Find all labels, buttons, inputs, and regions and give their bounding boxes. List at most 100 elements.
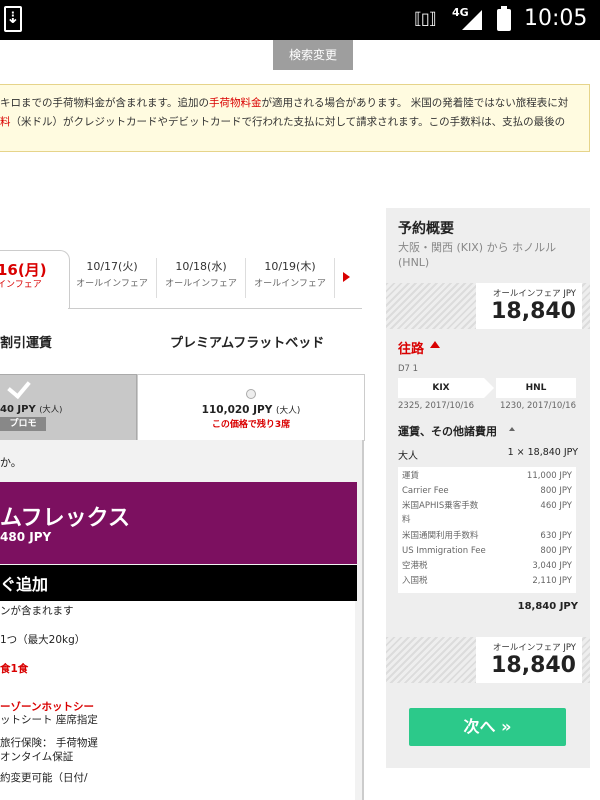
fee-value: 3,040 JPY: [532, 561, 572, 571]
add-now-button[interactable]: ぐ追加: [0, 565, 357, 601]
flex-title: ムフレックス: [0, 506, 131, 531]
fare-price-suffix: (大人): [39, 404, 63, 414]
fee-link[interactable]: 料: [0, 116, 11, 128]
benefit-item: 約変更可能（日付/: [0, 772, 88, 784]
summary-route: 大阪・関西 (KIX) から ホノルル (HNL): [398, 241, 557, 269]
clock: 10:05: [524, 6, 588, 31]
arrival-time: 1230, 2017/10/16: [499, 401, 576, 411]
benefit-item: ンが含まれます: [0, 605, 74, 617]
passenger-fare: 1 × 18,840 JPY: [507, 447, 578, 458]
segment-arrow-icon: [484, 378, 494, 398]
fee-row: 米国APHIS乗客手数 460 JPY: [402, 500, 572, 512]
benefit-item: オンタイム保証: [0, 751, 74, 763]
tab-fare-label: オールインフェア: [76, 279, 148, 289]
tab-fare-label: オールインフェア: [254, 279, 326, 289]
upsell-question: か。: [0, 456, 22, 469]
radio-button[interactable]: [246, 389, 256, 399]
fee-value: 630 JPY: [540, 531, 572, 541]
origin-code: KIX: [398, 378, 484, 398]
fee-notice: キロまでの手荷物料金が含まれます。追加の手荷物料金が適用される場合があります。 …: [0, 84, 590, 152]
total-price: 18,840 JPY: [517, 601, 578, 612]
fare-price-amount: 110,020 JPY: [201, 404, 273, 416]
signal-icon: [462, 10, 482, 30]
segment-times: 2325, 2017/10/16 1230, 2017/10/16: [398, 401, 578, 411]
notice-text: が適用される場合があります。 米国の発着陸ではない旅程表に対: [261, 97, 569, 109]
download-icon: ⇣: [4, 6, 22, 32]
flex-benefits-list: ンが含まれます 1つ（最大20kg） 食1食 ーゾーンホットシー ットシート 座…: [0, 601, 355, 800]
date-tab-10-17[interactable]: 10/17(火) オールインフェア: [68, 258, 157, 298]
battery-icon: [497, 6, 511, 31]
vibrate-icon: ⟦▯⟧: [414, 9, 437, 28]
fee-value: 460 JPY: [540, 501, 572, 511]
notice-line-1: キロまでの手荷物料金が含まれます。追加の手荷物料金が適用される場合があります。 …: [0, 94, 589, 113]
fare-option-premium[interactable]: 110,020 JPY (大人) この価格で残り3席: [137, 374, 365, 441]
passenger-type: 大人: [398, 451, 418, 462]
outbound-toggle[interactable]: 往路: [398, 338, 424, 357]
fare-class-premium: プレミアムフラットベッド: [170, 336, 325, 351]
fee-label: US Immigration Fee: [402, 546, 486, 556]
summary-price-top: オールインフェア JPY 18,840: [476, 283, 582, 329]
fee-row: Carrier Fee 800 JPY: [402, 485, 572, 497]
flex-price: 480 JPY: [0, 530, 52, 544]
fee-label: 空港税: [402, 561, 428, 571]
fee-label: 入国税: [402, 576, 428, 586]
price-amount: 18,840: [491, 299, 576, 324]
caret-up-icon[interactable]: [430, 341, 440, 348]
fee-label: 米国APHIS乗客手数: [402, 501, 479, 511]
departure-time: 2325, 2017/10/16: [398, 401, 475, 411]
checkmark-icon: [7, 374, 31, 400]
fee-label: 料: [402, 515, 411, 525]
fee-row: 料: [402, 514, 572, 526]
fee-row: 入国税 2,110 JPY: [402, 575, 572, 587]
fare-price: 110,020 JPY (大人): [138, 403, 364, 416]
summary-price-bottom: オールインフェア JPY 18,840: [476, 637, 582, 683]
destination-code: HNL: [496, 378, 576, 398]
date-tabs: 16(月) インフェア 10/17(火) オールインフェア 10/18(水) オ…: [0, 250, 362, 310]
fee-value: 800 JPY: [540, 546, 572, 556]
notice-line-2: 料（米ドル）がクレジットカードやデビットカードで行われた支払に対して請求されます…: [0, 113, 589, 132]
tab-date: 10/17(火): [86, 260, 138, 273]
fare-price-amount: 40 JPY: [0, 404, 36, 415]
fee-value: 11,000 JPY: [526, 471, 572, 481]
fees-toggle[interactable]: 運賃、その他諸費用: [398, 423, 497, 439]
date-tab-10-19[interactable]: 10/19(木) オールインフェア: [246, 258, 335, 298]
benefit-item: ットシート 座席指定: [0, 714, 98, 726]
fare-price: 40 JPY (大人): [0, 403, 62, 415]
next-button[interactable]: 次へ »: [409, 708, 566, 746]
fee-label: Carrier Fee: [402, 486, 449, 496]
price-label: オールインフェア JPY: [492, 289, 576, 299]
fare-class-discount: 割引運賃: [0, 336, 53, 351]
flex-upsell-banner[interactable]: ムフレックス 480 JPY: [0, 482, 357, 564]
tab-date: 10/18(水): [175, 260, 227, 273]
notice-text: （米ドル）がクレジットカードやデビットカードで行われた支払に対して請求されます。…: [10, 116, 566, 128]
fee-value: 2,110 JPY: [532, 576, 572, 586]
next-dates-arrow-icon[interactable]: [343, 272, 350, 282]
benefit-item: 旅行保険： 手荷物遅: [0, 737, 98, 749]
tab-fare-label: オールインフェア: [165, 279, 237, 289]
baggage-fee-link[interactable]: 手荷物料金: [209, 97, 262, 109]
booking-summary: 予約概要 大阪・関西 (KIX) から ホノルル (HNL) オールインフェア …: [386, 208, 590, 768]
seats-left-warning: この価格で残り3席: [211, 420, 291, 430]
tab-date: 10/19(木): [264, 260, 316, 273]
date-tab-active[interactable]: 16(月) インフェア: [0, 250, 70, 309]
fee-row: 運賃 11,000 JPY: [402, 470, 572, 482]
date-tab-10-18[interactable]: 10/18(水) オールインフェア: [157, 258, 246, 298]
search-change-button[interactable]: 検索変更: [273, 40, 353, 70]
flight-segment: KIX HNL: [398, 378, 578, 398]
promo-badge: プロモ: [0, 417, 46, 431]
benefit-item: 1つ（最大20kg）: [0, 634, 86, 646]
tabs-divider: [68, 308, 362, 309]
status-bar: ⇣ ⟦▯⟧ 4G 10:05: [0, 0, 600, 40]
tab-fare-label: インフェア: [0, 280, 42, 290]
notice-text: キロまでの手荷物料金が含まれます。追加の: [0, 97, 209, 109]
fare-price-suffix: (大人): [276, 406, 301, 416]
fare-option-selected[interactable]: 40 JPY (大人) プロモ: [0, 374, 137, 442]
caret-up-icon[interactable]: [509, 427, 515, 431]
fee-row: US Immigration Fee 800 JPY: [402, 545, 572, 557]
add-now-label: ぐ追加: [0, 575, 49, 594]
fee-row: 空港税 3,040 JPY: [402, 560, 572, 572]
summary-title: 予約概要: [398, 221, 454, 237]
benefit-item: 食1食: [0, 663, 29, 675]
flight-number: D7 1: [398, 364, 419, 374]
fee-breakdown: 運賃 11,000 JPY Carrier Fee 800 JPY 米国APHIS乗…: [398, 467, 576, 593]
